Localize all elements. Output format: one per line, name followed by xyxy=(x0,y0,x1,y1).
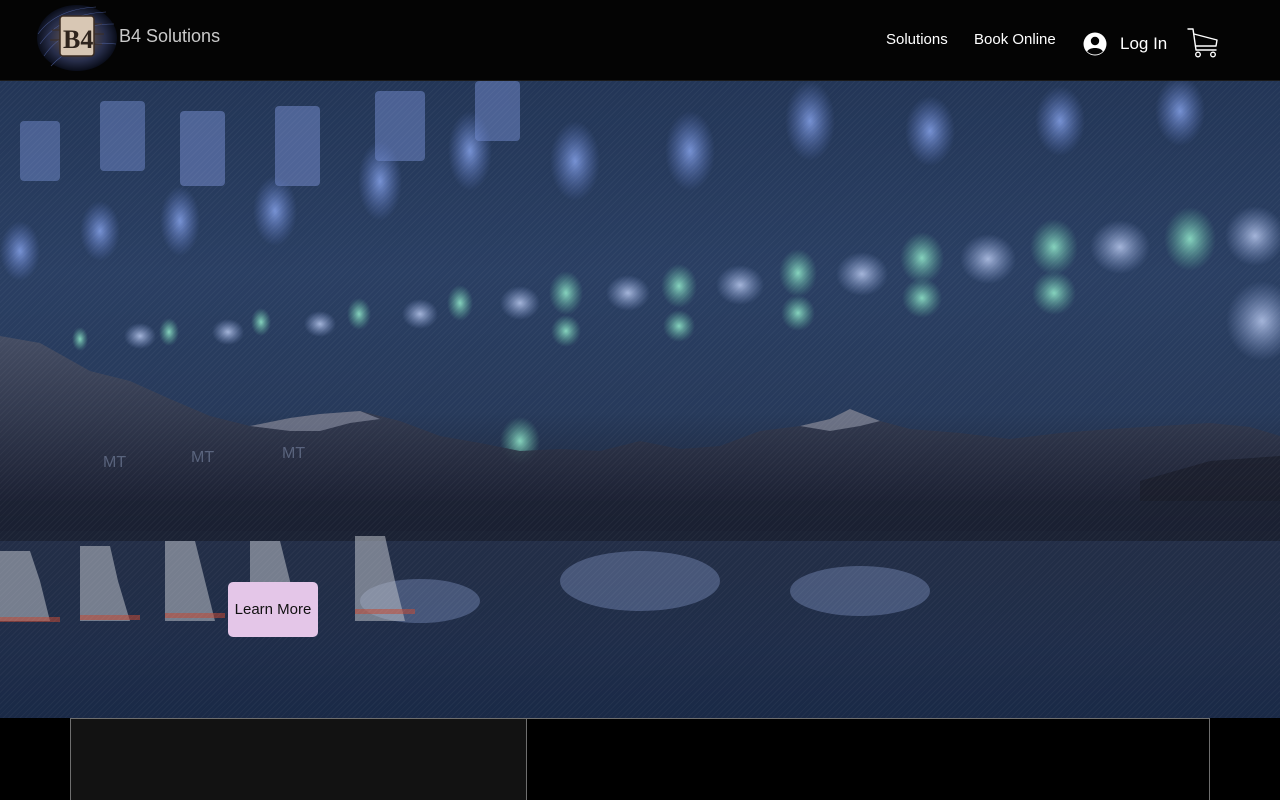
site-header: B4 B4 Solutions Solutions Book Online Lo… xyxy=(0,0,1280,81)
login-button[interactable]: Log In xyxy=(1083,31,1167,57)
content-panel-left xyxy=(70,718,527,800)
svg-text:MT: MT xyxy=(103,454,126,471)
shopping-cart-icon[interactable] xyxy=(1186,26,1220,60)
user-avatar-icon xyxy=(1083,32,1107,56)
svg-text:MT: MT xyxy=(191,449,214,466)
learn-more-button[interactable]: Learn More xyxy=(228,582,318,637)
hero-section: MT MT MT Learn More xyxy=(0,81,1280,718)
nav-link-book-online[interactable]: Book Online xyxy=(974,31,1056,48)
content-panel-right xyxy=(526,718,1210,800)
nav-link-solutions[interactable]: Solutions xyxy=(886,31,948,48)
lower-section xyxy=(0,718,1280,800)
mixing-console-lake-background-image: MT MT MT xyxy=(0,81,1280,718)
svg-text:B4: B4 xyxy=(63,25,93,54)
login-label: Log In xyxy=(1120,34,1168,53)
svg-text:MT: MT xyxy=(282,445,305,462)
brand-name[interactable]: B4 Solutions xyxy=(119,26,220,47)
b4-logo-icon[interactable]: B4 xyxy=(36,4,118,72)
